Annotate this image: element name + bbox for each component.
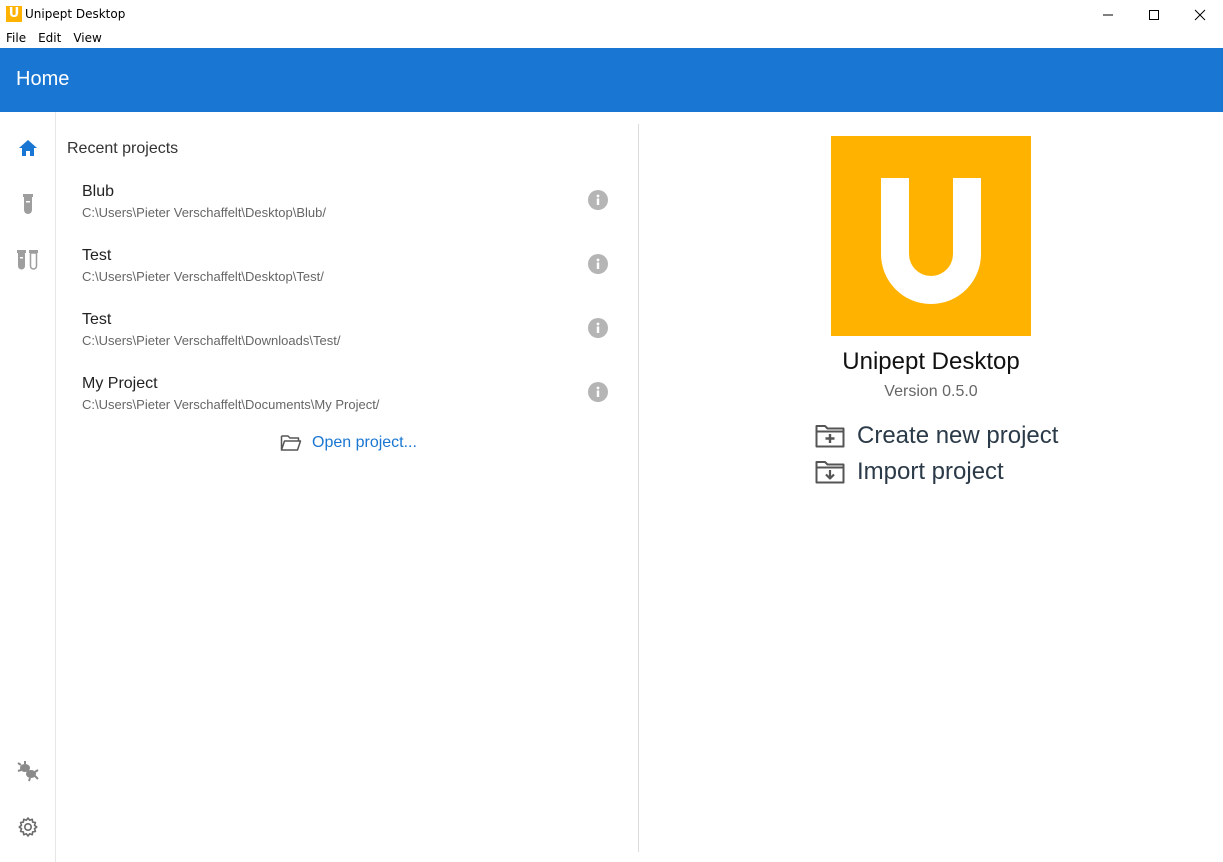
minimize-button[interactable] [1085,0,1131,29]
recent-project-item[interactable]: Blub C:\Users\Pieter Verschaffelt\Deskto… [82,183,612,243]
folder-open-icon [280,435,302,451]
panel-divider [638,124,639,852]
page-title: Home [16,68,70,90]
unipept-logo [831,136,1031,336]
open-project-link[interactable]: Open project... [280,434,417,452]
recent-projects-heading: Recent projects [67,140,179,157]
settings-gear-icon [18,817,38,837]
window-titlebar: U Unipept Desktop [0,0,1223,29]
app-header: Home [0,48,1223,112]
app-version: Version 0.5.0 [884,383,978,400]
close-button[interactable] [1177,0,1223,29]
project-path: C:\Users\Pieter Verschaffelt\Desktop\Tes… [82,269,324,284]
menu-file[interactable]: File [0,29,32,48]
minimize-icon [1103,14,1113,15]
sidebar-item-settings[interactable] [14,813,42,841]
bacteria-icon [17,761,39,782]
project-path: C:\Users\Pieter Verschaffelt\Documents\M… [82,397,380,412]
sidebar-item-compare-assays[interactable] [14,246,42,274]
sidebar-item-single-assay[interactable] [14,190,42,218]
project-path: C:\Users\Pieter Verschaffelt\Downloads\T… [82,333,341,348]
recent-project-item[interactable]: My Project C:\Users\Pieter Verschaffelt\… [82,375,612,435]
project-path: C:\Users\Pieter Verschaffelt\Desktop\Blu… [82,205,326,220]
app-name: Unipept Desktop [842,348,1020,375]
close-icon [1194,9,1206,20]
project-name: Test [82,247,112,264]
sidebar-item-taxonomy[interactable] [14,757,42,785]
info-icon[interactable] [588,190,608,210]
maximize-button[interactable] [1131,0,1177,29]
recent-project-item[interactable]: Test C:\Users\Pieter Verschaffelt\Downlo… [82,311,612,371]
maximize-icon [1149,9,1159,20]
recent-projects-panel: Recent projects Blub C:\Users\Pieter Ver… [56,112,640,862]
menu-bar: File Edit View [0,29,108,48]
project-name: Blub [82,183,115,200]
nav-sidebar [0,112,56,862]
sidebar-item-home[interactable] [14,134,42,162]
open-project-label: Open project... [312,434,417,451]
unipept-u-logo-icon [881,178,981,304]
create-project-label: Create new project [857,422,1059,449]
home-icon [19,140,37,156]
info-icon[interactable] [588,382,608,402]
import-project-button[interactable]: Import project [815,458,1004,486]
import-project-label: Import project [857,458,1004,485]
test-tube-icon [23,194,33,214]
project-name: Test [82,311,112,328]
folder-download-icon [815,461,845,484]
window-title: Unipept Desktop [25,7,126,21]
info-icon[interactable] [588,318,608,338]
menu-edit[interactable]: Edit [32,29,67,48]
test-tubes-compare-icon [17,250,38,270]
create-project-button[interactable]: Create new project [815,422,1058,450]
info-icon[interactable] [588,254,608,274]
project-name: My Project [82,375,158,392]
app-icon: U [6,6,22,22]
folder-plus-icon [815,425,845,448]
menu-view[interactable]: View [67,29,107,48]
recent-project-item[interactable]: Test C:\Users\Pieter Verschaffelt\Deskto… [82,247,612,307]
